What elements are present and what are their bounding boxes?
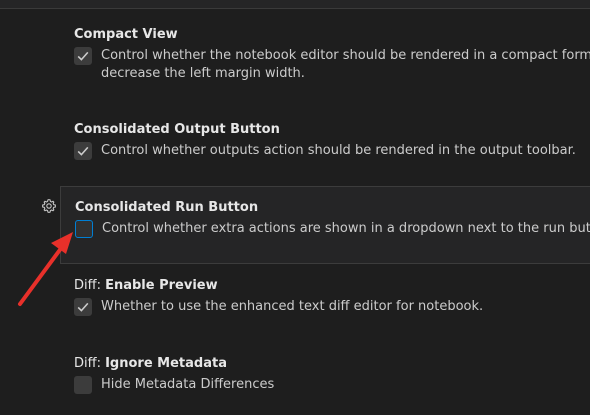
check-icon <box>77 302 89 312</box>
setting-description: Hide Metadata Differences <box>101 377 275 392</box>
setting-title: Consolidated Output Button <box>74 121 590 139</box>
setting-title: Diff: Ignore Metadata <box>74 355 590 373</box>
setting-consolidated-output-button: Consolidated Output Button Control wheth… <box>60 121 590 160</box>
setting-name: Consolidated Output Button <box>74 122 280 137</box>
settings-editor: Compact View Control whether the noteboo… <box>0 0 590 415</box>
setting-title: Consolidated Run Button <box>75 199 590 217</box>
setting-description: Whether to use the enhanced text diff ed… <box>101 299 484 314</box>
setting-value-row: Control whether the notebook editor shou… <box>74 47 590 83</box>
setting-compact-view: Compact View Control whether the noteboo… <box>60 26 590 83</box>
setting-description-continued: decrease the left margin width. <box>101 66 305 81</box>
setting-name: Consolidated Run Button <box>75 200 259 215</box>
setting-category: Diff: <box>74 278 106 293</box>
setting-title: Diff: Enable Preview <box>74 277 590 295</box>
setting-name: Ignore Metadata <box>105 356 227 371</box>
setting-title: Compact View <box>74 26 590 44</box>
enable-preview-checkbox[interactable] <box>74 298 92 316</box>
consolidated-run-button-checkbox[interactable] <box>75 220 93 238</box>
setting-value-row: Control whether extra actions are shown … <box>75 220 590 238</box>
setting-description: Control whether outputs action should be… <box>101 143 576 158</box>
setting-name: Compact View <box>74 27 178 42</box>
gear-icon[interactable] <box>41 198 57 214</box>
setting-value-row: Control whether outputs action should be… <box>74 142 590 160</box>
setting-category: Diff: <box>74 356 106 371</box>
settings-header-band <box>0 0 590 9</box>
consolidated-output-button-checkbox[interactable] <box>74 142 92 160</box>
setting-value-row: Whether to use the enhanced text diff ed… <box>74 298 590 316</box>
setting-name: Enable Preview <box>105 278 218 293</box>
setting-description: Control whether the notebook editor shou… <box>101 48 590 63</box>
setting-consolidated-run-button: Consolidated Run Button Control whether … <box>60 186 590 264</box>
setting-value-row: Hide Metadata Differences <box>74 376 590 394</box>
check-icon <box>77 51 89 61</box>
check-icon <box>77 146 89 156</box>
setting-diff-enable-preview: Diff: Enable Preview Whether to use the … <box>60 277 590 316</box>
ignore-metadata-checkbox[interactable] <box>74 376 92 394</box>
setting-description: Control whether extra actions are shown … <box>102 221 590 236</box>
compact-view-checkbox[interactable] <box>74 47 92 65</box>
setting-diff-ignore-metadata: Diff: Ignore Metadata Hide Metadata Diff… <box>60 355 590 394</box>
